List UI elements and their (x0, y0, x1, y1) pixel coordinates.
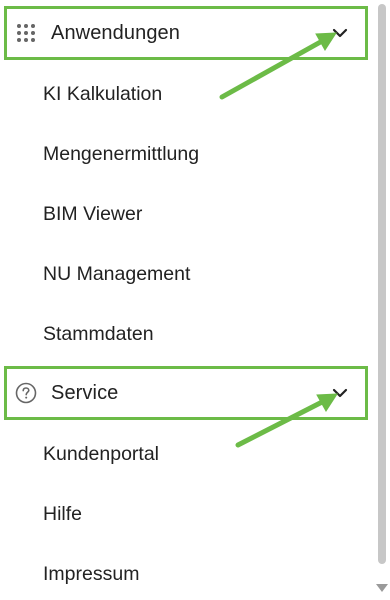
section-label-anwendungen: Anwendungen (51, 21, 180, 44)
menu-item-kundenportal[interactable]: Kundenportal (43, 442, 159, 466)
scrollbar[interactable] (376, 0, 388, 600)
menu-item-nu-management[interactable]: NU Management (43, 262, 190, 286)
chevron-down-icon[interactable] (332, 385, 348, 401)
chevron-down-icon[interactable] (332, 25, 348, 41)
scroll-down-arrow-icon[interactable] (376, 584, 388, 592)
menu-item-bim-viewer[interactable]: BIM Viewer (43, 202, 142, 226)
menu-item-hilfe[interactable]: Hilfe (43, 502, 82, 526)
apps-grid-icon (15, 22, 37, 44)
scrollbar-thumb[interactable] (378, 4, 386, 564)
section-label-service: Service (51, 381, 119, 404)
section-header-service[interactable]: Service (4, 366, 368, 420)
section-header-anwendungen[interactable]: Anwendungen (4, 6, 368, 60)
menu-item-impressum[interactable]: Impressum (43, 562, 139, 586)
menu-item-stammdaten[interactable]: Stammdaten (43, 322, 154, 346)
menu-item-mengenermittlung[interactable]: Mengenermittlung (43, 142, 199, 166)
help-circle-icon (15, 382, 37, 404)
menu-item-ki-kalkulation[interactable]: KI Kalkulation (43, 82, 162, 106)
navigation-menu: Anwendungen KI Kalkulation Mengenermittl… (0, 0, 370, 600)
